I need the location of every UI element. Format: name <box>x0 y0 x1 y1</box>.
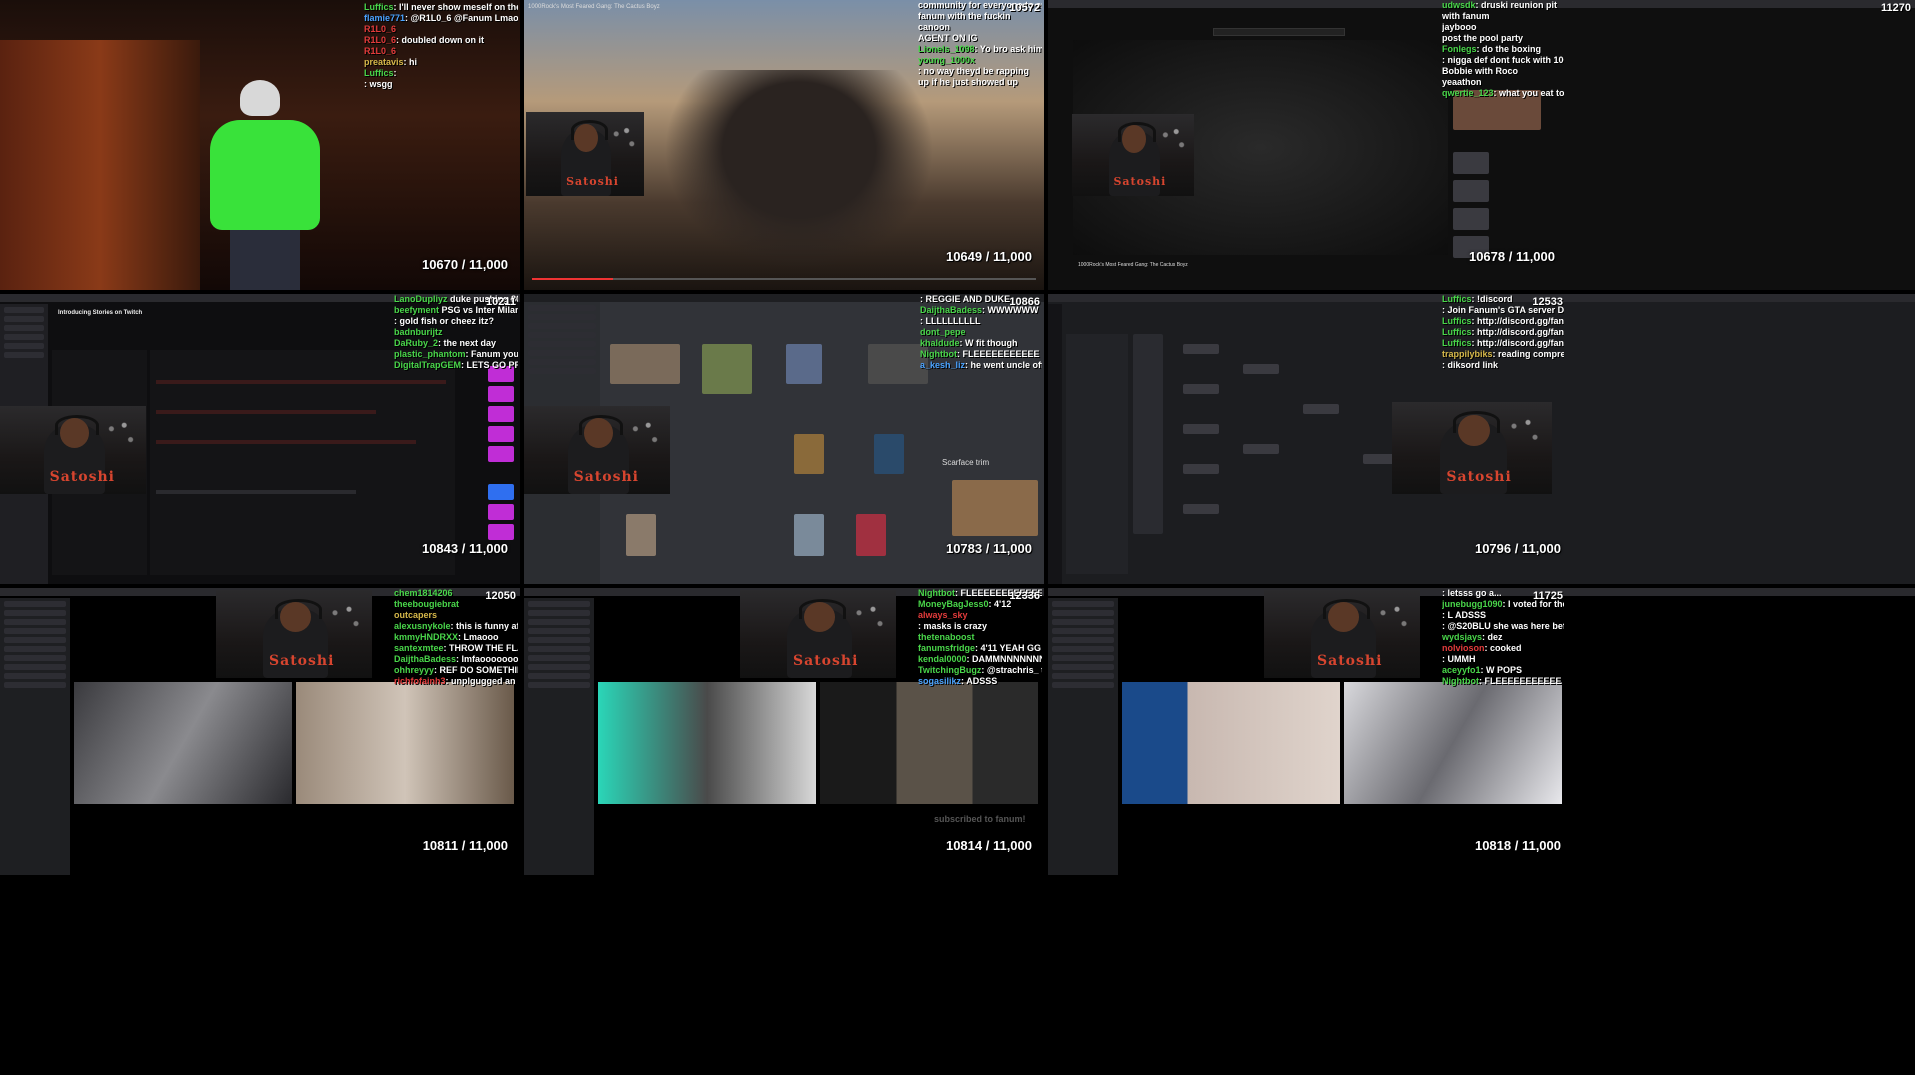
video-title: 1000Rock's Most Feared Gang: The Cactus … <box>1078 262 1188 268</box>
quick-action-button[interactable] <box>488 484 514 500</box>
tile-discord-gallery: Satoshi Scarface trim : REGGIE AND DUKE … <box>524 294 1044 584</box>
call-participant-video <box>1122 682 1340 804</box>
tile-tournament-bracket: Satoshi Luffics: !discord : Join Fanum's… <box>1048 294 1915 584</box>
tile-twitch-dashboard: Introducing Stories on Twitch Satoshi La… <box>0 294 520 584</box>
sub-goal-counter: 10678 / 11,000 <box>1468 249 1555 264</box>
sub-goal-counter: 10796 / 11,000 <box>1474 541 1561 556</box>
viewer-count: 11270 <box>1881 2 1911 14</box>
streamer-webcam: Satoshi <box>740 590 896 678</box>
sub-goal-counter: 10649 / 11,000 <box>945 249 1032 264</box>
quick-action-button[interactable] <box>488 426 514 442</box>
streamer-webcam: Satoshi <box>1392 402 1552 494</box>
quick-action-button[interactable] <box>488 504 514 520</box>
crowd <box>664 70 934 270</box>
quick-action-button[interactable] <box>488 446 514 462</box>
sub-goal-counter: 10843 / 11,000 <box>421 541 508 556</box>
page-heading: Introducing Stories on Twitch <box>58 310 143 316</box>
viewer-count: 10572 <box>1009 2 1040 14</box>
chat-overlay: Nightbot: FLEEEEEEEEEEEE MoneyBagJess0: … <box>918 588 1042 686</box>
streamer-webcam: Satoshi <box>524 406 670 494</box>
chat-overlay: chem1814206 theebougiebrat outcapers ale… <box>394 588 518 686</box>
sub-goal-counter: 10670 / 11,000 <box>421 257 508 272</box>
bracket-tool-sidebar <box>1048 304 1062 584</box>
quick-action-button[interactable] <box>488 524 514 540</box>
chat-panel <box>150 350 455 575</box>
video-progress-bar[interactable] <box>532 278 1036 280</box>
call-participant-video <box>598 682 816 804</box>
storefront <box>0 40 200 290</box>
chat-overlay: : letsss go a... junebugg1090: I voted f… <box>1442 588 1564 686</box>
quick-action-button[interactable] <box>488 406 514 422</box>
discord-channel-list <box>0 598 70 875</box>
call-participant-video <box>1344 682 1562 804</box>
streamer-webcam: Satoshi <box>526 112 644 196</box>
streamer-webcam: Satoshi <box>216 590 372 678</box>
sub-goal-counter: 10811 / 11,000 <box>422 838 508 853</box>
stream-grid: Luffics: I'll never show meself on the n… <box>0 0 1915 1075</box>
viewer-count: 10866 <box>1009 296 1040 308</box>
discord-channel-list <box>524 598 594 875</box>
call-participant-video <box>820 682 1038 804</box>
tile-video-call-b: Satoshi subscribed to fanum! Nightbot: F… <box>524 588 1044 875</box>
tile-street-scene: Luffics: I'll never show meself on the n… <box>0 0 520 290</box>
call-participant-video <box>74 682 292 804</box>
chat-overlay: udwsdk: druski reunion pit with fanum ja… <box>1442 0 1564 98</box>
tile-video-call-c: Satoshi : letsss go a... junebugg1090: I… <box>1048 588 1915 875</box>
person-green-jacket <box>200 80 330 290</box>
call-participant-video <box>296 682 514 804</box>
participant-list <box>1066 334 1128 574</box>
quick-actions <box>488 366 516 546</box>
sub-notice: subscribed to fanum! <box>934 814 1026 824</box>
sub-goal-counter: 10818 / 11,000 <box>1474 838 1561 853</box>
tile-video-group: 1000Rock's Most Feared Gang: The Cactus … <box>524 0 1044 290</box>
sub-goal-counter: 10814 / 11,000 <box>945 838 1032 853</box>
tile-video-call-a: Satoshi chem1814206 theebougiebrat outca… <box>0 588 520 875</box>
viewer-count: 12336 <box>1009 590 1040 602</box>
bracket-tree <box>1133 334 1433 574</box>
viewer-count: 11725 <box>1533 590 1563 602</box>
preview-image <box>952 480 1038 536</box>
overlay-label: Scarface trim <box>942 458 990 467</box>
discord-channel-list <box>1048 598 1118 875</box>
video-title: 1000Rock's Most Feared Gang: The Cactus … <box>528 4 660 10</box>
quick-action-button[interactable] <box>488 386 514 402</box>
viewer-count: 12533 <box>1532 296 1563 308</box>
tile-youtube-page: Satoshi 1000Rock's Most Feared Gang: The… <box>1048 0 1915 290</box>
streamer-webcam: Satoshi <box>0 406 146 494</box>
streamer-webcam: Satoshi <box>1264 590 1420 678</box>
sub-goal-counter: 10783 / 11,000 <box>945 541 1032 556</box>
viewer-count: 12050 <box>485 590 516 602</box>
chat-overlay: Luffics: I'll never show meself on the n… <box>364 2 518 89</box>
streamer-webcam: Satoshi <box>1072 114 1194 196</box>
viewer-count: 10211 <box>486 296 516 308</box>
youtube-search-bar[interactable] <box>1213 28 1345 36</box>
